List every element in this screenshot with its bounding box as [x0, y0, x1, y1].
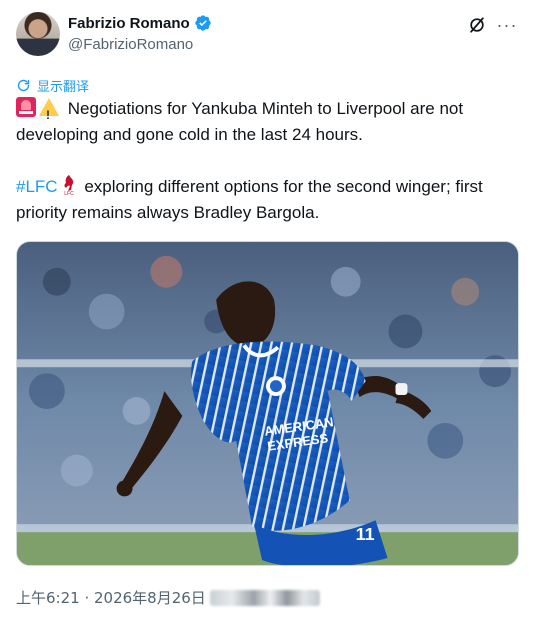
more-icon: ··· — [496, 14, 518, 35]
redacted-view-count — [209, 589, 320, 606]
author-handle[interactable]: @FabrizioRomano — [68, 36, 193, 53]
tweet-meta: 上午6:21 · 2026年8月26日 — [16, 587, 320, 608]
tweet-line-1: Negotiations for Yankuba Minteh to Liver… — [16, 99, 464, 144]
avatar[interactable] — [16, 12, 60, 56]
verified-badge-icon — [194, 15, 211, 31]
tweet-media-photo[interactable]: AMERICAN EXPRESS 11 — [16, 241, 519, 566]
tweet-paragraph-1: Negotiations for Yankuba Minteh to Liver… — [16, 96, 521, 148]
tweet-header: Fabrizio Romano @FabrizioRomano ··· — [16, 12, 520, 58]
show-translation-label: 显示翻译 — [37, 80, 90, 95]
liverbird-emoji-icon: LFC — [64, 175, 74, 196]
tweet-line-2: exploring different options for the seco… — [16, 177, 483, 222]
grok-button[interactable] — [466, 14, 488, 36]
hashtag-link[interactable]: #LFC — [16, 177, 58, 196]
author-display-name[interactable]: Fabrizio Romano — [68, 15, 190, 32]
siren-emoji-icon — [16, 97, 36, 117]
show-translation-link[interactable]: 显示翻译 — [16, 76, 89, 95]
warning-emoji-icon — [39, 98, 59, 128]
author-name-row: Fabrizio Romano — [68, 14, 212, 32]
more-button[interactable]: ··· — [496, 14, 518, 36]
tweet-paragraph-2: #LFC LFC exploring different options for… — [16, 174, 521, 226]
player-photo: AMERICAN EXPRESS 11 — [17, 242, 518, 565]
tweet-timestamp[interactable]: 上午6:21 · 2026年8月26日 — [16, 587, 206, 608]
translate-icon — [17, 79, 30, 92]
grok-icon — [470, 17, 484, 33]
svg-text:LFC: LFC — [64, 191, 74, 196]
shirt-number: 11 — [356, 524, 375, 544]
tweet-text: Negotiations for Yankuba Minteh to Liver… — [16, 96, 521, 226]
